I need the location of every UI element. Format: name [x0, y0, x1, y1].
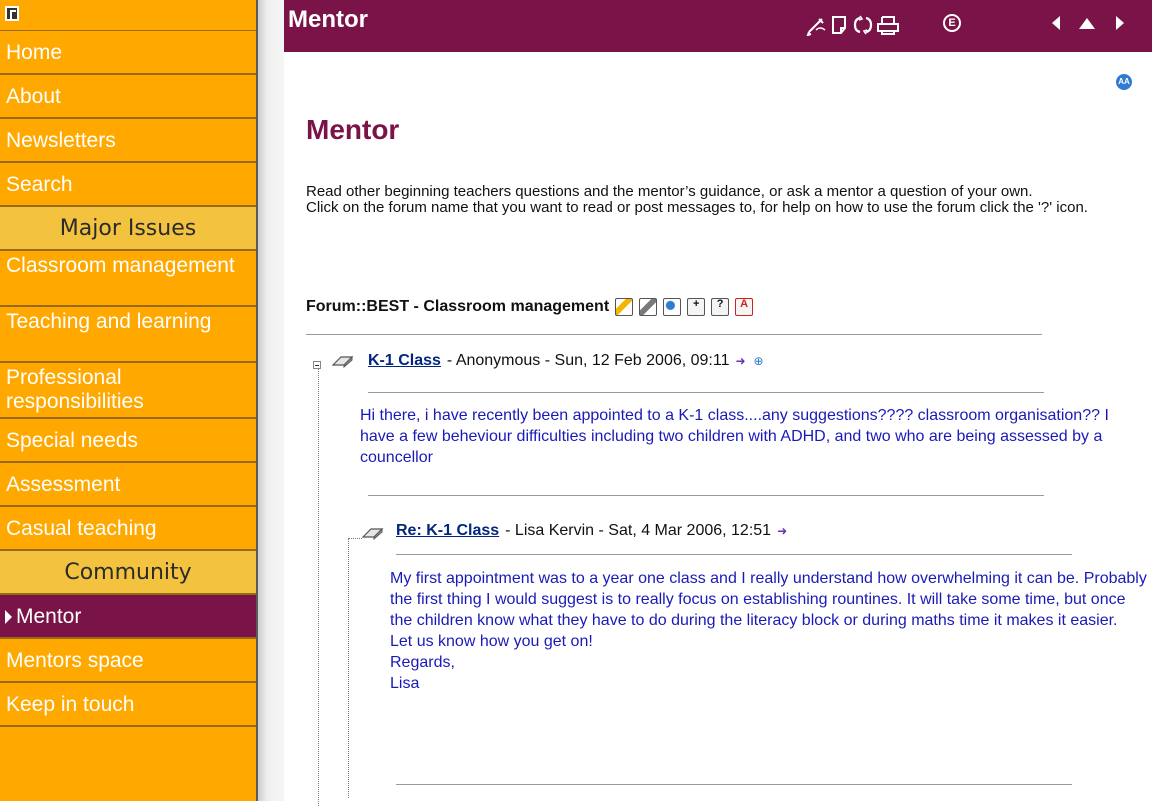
nav-keep-in-touch[interactable]: Keep in touch: [0, 683, 256, 727]
pin-icon: [332, 355, 354, 368]
nav-mentor[interactable]: Mentor: [0, 595, 256, 639]
post-header: Re: K-1 Class - Lisa Kervin - Sat, 4 Mar…: [396, 522, 787, 540]
page-title: Mentor: [306, 114, 400, 145]
post-body-text: Lisa: [390, 675, 420, 692]
text-size-icon[interactable]: AA: [1116, 74, 1132, 90]
nav-newsletters[interactable]: Newsletters: [0, 119, 256, 163]
main-content: AA Mentor Read other beginning teachers …: [284, 52, 1152, 806]
intro-text: Read other beginning teachers questions …: [306, 184, 1146, 216]
forum-heading-row: Forum::BEST - Classroom management + ? A: [306, 298, 754, 316]
reply-tree-line: [348, 538, 349, 798]
post-divider: [368, 392, 1044, 393]
nav-assessment[interactable]: Assessment: [0, 463, 256, 507]
nav-search[interactable]: Search: [0, 163, 256, 207]
pin-icon: [362, 527, 384, 540]
section-community: Community: [0, 551, 256, 595]
subscribe-icon[interactable]: [639, 298, 658, 316]
e-icon[interactable]: E: [943, 14, 961, 32]
sidebar-divider: [256, 0, 284, 801]
prev-arrow-icon[interactable]: [1052, 16, 1060, 30]
forum-heading: Forum::BEST - Classroom management: [306, 298, 610, 315]
sidebar: Home About Newsletters Search Major Issu…: [0, 0, 256, 801]
expand-all-icon[interactable]: +: [687, 298, 706, 316]
post-body-text: Let us know how you get on!: [390, 633, 593, 650]
nav-mentors-space[interactable]: Mentors space: [0, 639, 256, 683]
intro-line-2: Click on the forum name that you want to…: [306, 199, 1088, 216]
post-divider: [396, 554, 1072, 555]
nav-classroom-management[interactable]: Classroom management: [0, 251, 256, 307]
edit-icon[interactable]: [806, 14, 828, 36]
nav-special-needs[interactable]: Special needs: [0, 419, 256, 463]
search-forum-icon[interactable]: [663, 298, 682, 316]
reply-icon[interactable]: ➜: [777, 524, 787, 538]
intro-line-1: Read other beginning teachers questions …: [306, 183, 1033, 200]
post-header: K-1 Class - Anonymous - Sun, 12 Feb 2006…: [368, 352, 764, 370]
post-subject-link[interactable]: K-1 Class: [368, 352, 441, 370]
post-divider: [368, 495, 1044, 496]
post-subject-link[interactable]: Re: K-1 Class: [396, 522, 499, 540]
new-topic-icon[interactable]: [615, 298, 634, 316]
collapse-icon[interactable]: [313, 361, 321, 369]
help-icon[interactable]: ?: [711, 298, 730, 316]
pdf-icon[interactable]: A: [735, 298, 754, 316]
nav-home[interactable]: Home: [0, 31, 256, 75]
sidebar-toggle[interactable]: [0, 0, 256, 31]
post-body-text: Hi there, i have recently been appointed…: [360, 407, 1109, 466]
post-body: Hi there, i have recently been appointed…: [360, 405, 1144, 468]
header-bar: Mentor E: [284, 0, 1152, 52]
forum-divider: [306, 334, 1042, 335]
post-divider: [396, 784, 1072, 785]
print-icon[interactable]: [876, 14, 900, 36]
post-meta: - Lisa Kervin - Sat, 4 Mar 2006, 12:51: [505, 522, 772, 539]
nav-about[interactable]: About: [0, 75, 256, 119]
up-arrow-icon[interactable]: [1079, 18, 1095, 29]
header-tools: [806, 14, 900, 38]
next-arrow-icon[interactable]: [1116, 16, 1124, 30]
post-body-text: Regards,: [390, 654, 455, 671]
thread-tree-line: [318, 366, 319, 806]
reply-icon[interactable]: ➜: [735, 354, 745, 368]
header-title: Mentor: [288, 6, 368, 33]
sidebar-toggle-icon[interactable]: [5, 6, 19, 21]
nav-casual-teaching[interactable]: Casual teaching: [0, 507, 256, 551]
section-major-issues: Major Issues: [0, 207, 256, 251]
post-body-text: My first appointment was to a year one c…: [390, 570, 1147, 629]
post-body: My first appointment was to a year one c…: [390, 568, 1150, 694]
reply-branch-line: [348, 538, 362, 539]
nav-professional-responsibilities[interactable]: Professional responsibilities: [0, 363, 256, 419]
post-meta: - Anonymous - Sun, 12 Feb 2006, 09:11: [446, 352, 730, 369]
refresh-icon[interactable]: [852, 14, 874, 36]
document-icon[interactable]: [830, 14, 850, 36]
expand-icon[interactable]: ⊕: [754, 354, 764, 368]
nav-teaching-and-learning[interactable]: Teaching and learning: [0, 307, 256, 363]
